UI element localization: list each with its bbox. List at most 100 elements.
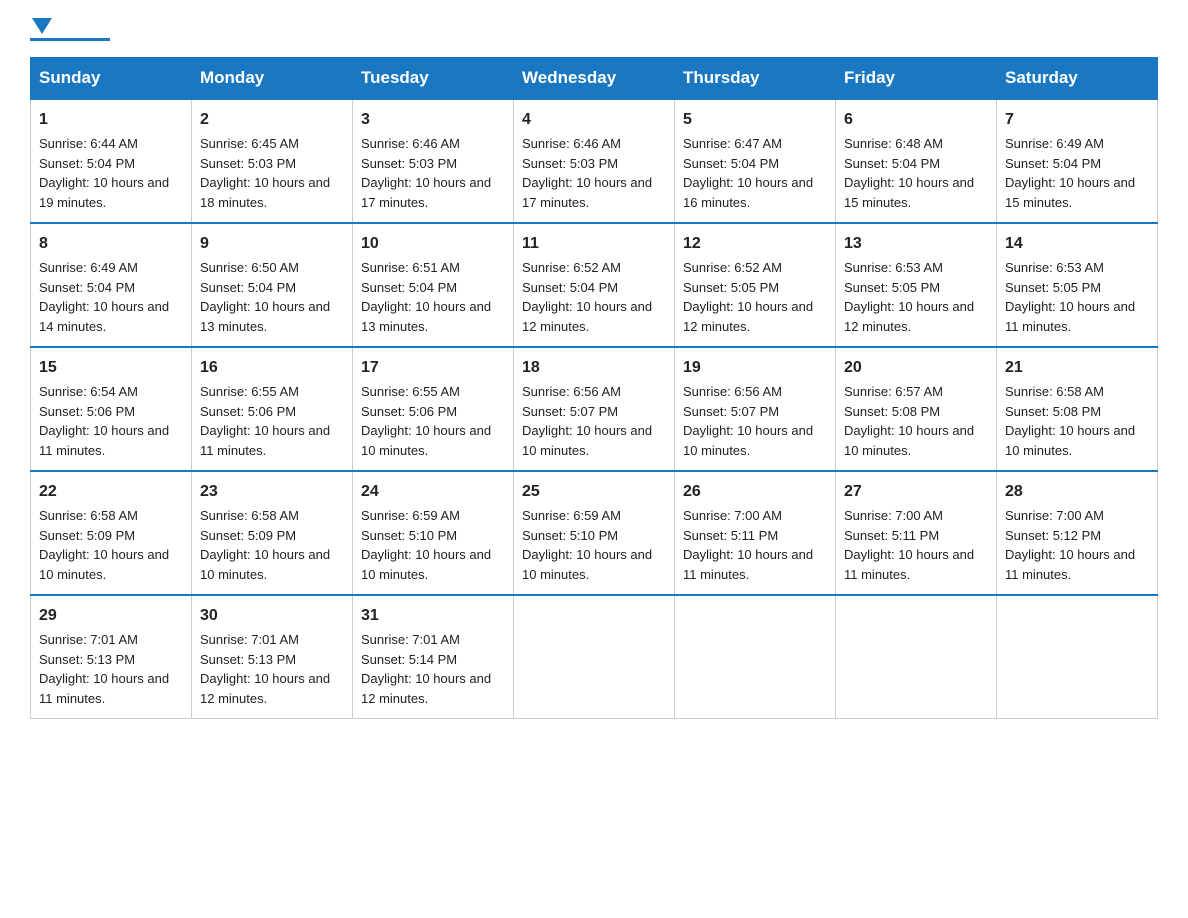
day-number: 21 [1005, 356, 1149, 380]
day-number: 6 [844, 108, 988, 132]
day-number: 28 [1005, 480, 1149, 504]
calendar-cell: 26 Sunrise: 7:00 AM Sunset: 5:11 PM Dayl… [675, 471, 836, 595]
day-number: 27 [844, 480, 988, 504]
day-number: 3 [361, 108, 505, 132]
weekday-header-row: SundayMondayTuesdayWednesdayThursdayFrid… [31, 58, 1158, 100]
day-number: 16 [200, 356, 344, 380]
day-sunset: Sunset: 5:08 PM [844, 404, 940, 419]
day-sunrise: Sunrise: 6:58 AM [1005, 384, 1104, 399]
day-daylight: Daylight: 10 hours and 10 minutes. [1005, 423, 1135, 458]
day-sunset: Sunset: 5:08 PM [1005, 404, 1101, 419]
weekday-header-sunday: Sunday [31, 58, 192, 100]
calendar-cell: 20 Sunrise: 6:57 AM Sunset: 5:08 PM Dayl… [836, 347, 997, 471]
day-number: 7 [1005, 108, 1149, 132]
day-sunrise: Sunrise: 6:56 AM [683, 384, 782, 399]
week-row-3: 15 Sunrise: 6:54 AM Sunset: 5:06 PM Dayl… [31, 347, 1158, 471]
day-sunset: Sunset: 5:05 PM [683, 280, 779, 295]
calendar-cell: 10 Sunrise: 6:51 AM Sunset: 5:04 PM Dayl… [353, 223, 514, 347]
calendar-cell: 2 Sunrise: 6:45 AM Sunset: 5:03 PM Dayli… [192, 99, 353, 223]
weekday-header-tuesday: Tuesday [353, 58, 514, 100]
day-sunrise: Sunrise: 6:53 AM [844, 260, 943, 275]
calendar-cell: 3 Sunrise: 6:46 AM Sunset: 5:03 PM Dayli… [353, 99, 514, 223]
day-sunrise: Sunrise: 7:01 AM [39, 632, 138, 647]
day-sunrise: Sunrise: 6:45 AM [200, 136, 299, 151]
day-sunrise: Sunrise: 6:46 AM [522, 136, 621, 151]
calendar-cell: 29 Sunrise: 7:01 AM Sunset: 5:13 PM Dayl… [31, 595, 192, 719]
day-sunrise: Sunrise: 6:56 AM [522, 384, 621, 399]
day-sunrise: Sunrise: 6:58 AM [200, 508, 299, 523]
day-daylight: Daylight: 10 hours and 10 minutes. [361, 423, 491, 458]
day-sunrise: Sunrise: 6:59 AM [361, 508, 460, 523]
day-daylight: Daylight: 10 hours and 11 minutes. [39, 423, 169, 458]
weekday-header-saturday: Saturday [997, 58, 1158, 100]
calendar-cell: 19 Sunrise: 6:56 AM Sunset: 5:07 PM Dayl… [675, 347, 836, 471]
week-row-2: 8 Sunrise: 6:49 AM Sunset: 5:04 PM Dayli… [31, 223, 1158, 347]
day-number: 25 [522, 480, 666, 504]
day-daylight: Daylight: 10 hours and 10 minutes. [361, 547, 491, 582]
day-sunset: Sunset: 5:06 PM [200, 404, 296, 419]
day-daylight: Daylight: 10 hours and 17 minutes. [361, 175, 491, 210]
day-daylight: Daylight: 10 hours and 15 minutes. [844, 175, 974, 210]
day-sunrise: Sunrise: 6:52 AM [683, 260, 782, 275]
calendar-cell: 7 Sunrise: 6:49 AM Sunset: 5:04 PM Dayli… [997, 99, 1158, 223]
day-number: 2 [200, 108, 344, 132]
day-daylight: Daylight: 10 hours and 10 minutes. [39, 547, 169, 582]
day-daylight: Daylight: 10 hours and 15 minutes. [1005, 175, 1135, 210]
day-sunrise: Sunrise: 7:00 AM [844, 508, 943, 523]
day-sunrise: Sunrise: 6:49 AM [39, 260, 138, 275]
day-sunset: Sunset: 5:09 PM [39, 528, 135, 543]
day-daylight: Daylight: 10 hours and 10 minutes. [522, 423, 652, 458]
day-daylight: Daylight: 10 hours and 11 minutes. [39, 671, 169, 706]
day-sunset: Sunset: 5:14 PM [361, 652, 457, 667]
day-number: 29 [39, 604, 183, 628]
day-daylight: Daylight: 10 hours and 17 minutes. [522, 175, 652, 210]
calendar-cell: 27 Sunrise: 7:00 AM Sunset: 5:11 PM Dayl… [836, 471, 997, 595]
day-sunset: Sunset: 5:03 PM [200, 156, 296, 171]
day-sunset: Sunset: 5:04 PM [39, 156, 135, 171]
calendar-cell: 6 Sunrise: 6:48 AM Sunset: 5:04 PM Dayli… [836, 99, 997, 223]
day-sunset: Sunset: 5:05 PM [844, 280, 940, 295]
calendar-cell: 22 Sunrise: 6:58 AM Sunset: 5:09 PM Dayl… [31, 471, 192, 595]
day-sunset: Sunset: 5:11 PM [683, 528, 778, 543]
calendar-cell [514, 595, 675, 719]
day-sunrise: Sunrise: 7:00 AM [1005, 508, 1104, 523]
day-sunset: Sunset: 5:04 PM [522, 280, 618, 295]
calendar-cell: 16 Sunrise: 6:55 AM Sunset: 5:06 PM Dayl… [192, 347, 353, 471]
calendar-cell: 25 Sunrise: 6:59 AM Sunset: 5:10 PM Dayl… [514, 471, 675, 595]
day-daylight: Daylight: 10 hours and 18 minutes. [200, 175, 330, 210]
weekday-header-thursday: Thursday [675, 58, 836, 100]
day-daylight: Daylight: 10 hours and 12 minutes. [683, 299, 813, 334]
day-sunset: Sunset: 5:12 PM [1005, 528, 1101, 543]
calendar-cell: 17 Sunrise: 6:55 AM Sunset: 5:06 PM Dayl… [353, 347, 514, 471]
day-number: 18 [522, 356, 666, 380]
day-sunrise: Sunrise: 7:01 AM [200, 632, 299, 647]
day-number: 4 [522, 108, 666, 132]
day-number: 10 [361, 232, 505, 256]
day-daylight: Daylight: 10 hours and 12 minutes. [522, 299, 652, 334]
day-sunset: Sunset: 5:13 PM [200, 652, 296, 667]
day-sunrise: Sunrise: 6:55 AM [361, 384, 460, 399]
day-sunset: Sunset: 5:13 PM [39, 652, 135, 667]
calendar-cell: 15 Sunrise: 6:54 AM Sunset: 5:06 PM Dayl… [31, 347, 192, 471]
day-sunset: Sunset: 5:09 PM [200, 528, 296, 543]
day-number: 14 [1005, 232, 1149, 256]
day-sunrise: Sunrise: 7:01 AM [361, 632, 460, 647]
calendar-cell [675, 595, 836, 719]
day-daylight: Daylight: 10 hours and 11 minutes. [1005, 547, 1135, 582]
logo-underline [30, 38, 110, 41]
calendar-cell: 23 Sunrise: 6:58 AM Sunset: 5:09 PM Dayl… [192, 471, 353, 595]
calendar-cell: 11 Sunrise: 6:52 AM Sunset: 5:04 PM Dayl… [514, 223, 675, 347]
day-daylight: Daylight: 10 hours and 14 minutes. [39, 299, 169, 334]
day-number: 23 [200, 480, 344, 504]
day-sunset: Sunset: 5:04 PM [683, 156, 779, 171]
calendar-cell: 24 Sunrise: 6:59 AM Sunset: 5:10 PM Dayl… [353, 471, 514, 595]
day-number: 17 [361, 356, 505, 380]
day-sunset: Sunset: 5:03 PM [361, 156, 457, 171]
calendar-cell: 5 Sunrise: 6:47 AM Sunset: 5:04 PM Dayli… [675, 99, 836, 223]
logo [30, 20, 110, 41]
week-row-5: 29 Sunrise: 7:01 AM Sunset: 5:13 PM Dayl… [31, 595, 1158, 719]
day-daylight: Daylight: 10 hours and 10 minutes. [200, 547, 330, 582]
calendar-cell: 31 Sunrise: 7:01 AM Sunset: 5:14 PM Dayl… [353, 595, 514, 719]
calendar-cell: 1 Sunrise: 6:44 AM Sunset: 5:04 PM Dayli… [31, 99, 192, 223]
day-sunset: Sunset: 5:10 PM [361, 528, 457, 543]
